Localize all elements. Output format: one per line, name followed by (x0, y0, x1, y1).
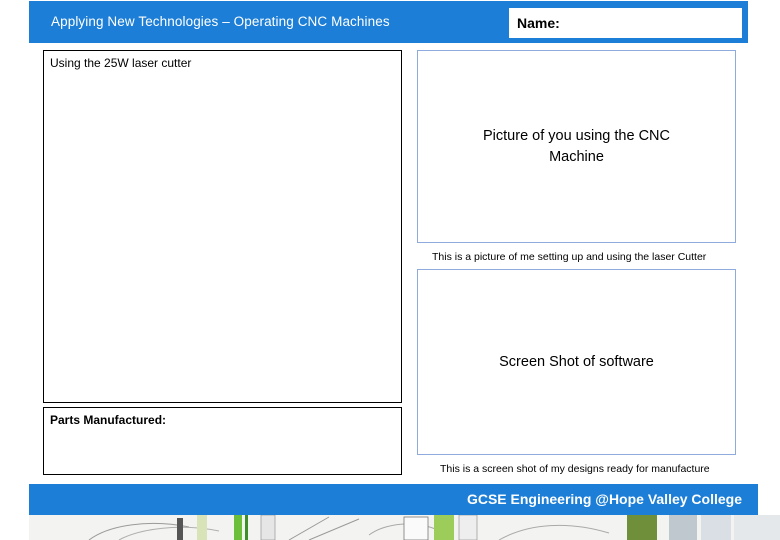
name-field[interactable]: Name: (509, 8, 742, 38)
software-screenshot-placeholder: Screen Shot of software (417, 269, 736, 455)
laser-cutter-label: Using the 25W laser cutter (50, 56, 192, 70)
parts-manufactured-panel: Parts Manufactured: (43, 407, 402, 475)
footer-bar: GCSE Engineering @Hope Valley College (29, 484, 758, 515)
cnc-photo-caption: This is a picture of me setting up and u… (432, 251, 707, 263)
page-title: Applying New Technologies – Operating CN… (51, 14, 390, 29)
footer-text: GCSE Engineering @Hope Valley College (466, 491, 742, 507)
sketch-drawing (29, 515, 780, 540)
laser-cutter-panel: Using the 25W laser cutter (43, 50, 402, 403)
name-label: Name: (517, 15, 560, 31)
sketch-background-image (29, 515, 780, 540)
cnc-photo-placeholder: Picture of you using the CNC Machine (417, 50, 736, 243)
cnc-photo-text: Picture of you using the CNC Machine (483, 127, 670, 165)
software-screenshot-caption: This is a screen shot of my designs read… (440, 463, 710, 475)
software-screenshot-text: Screen Shot of software (499, 353, 654, 370)
parts-manufactured-label: Parts Manufactured: (50, 413, 167, 427)
